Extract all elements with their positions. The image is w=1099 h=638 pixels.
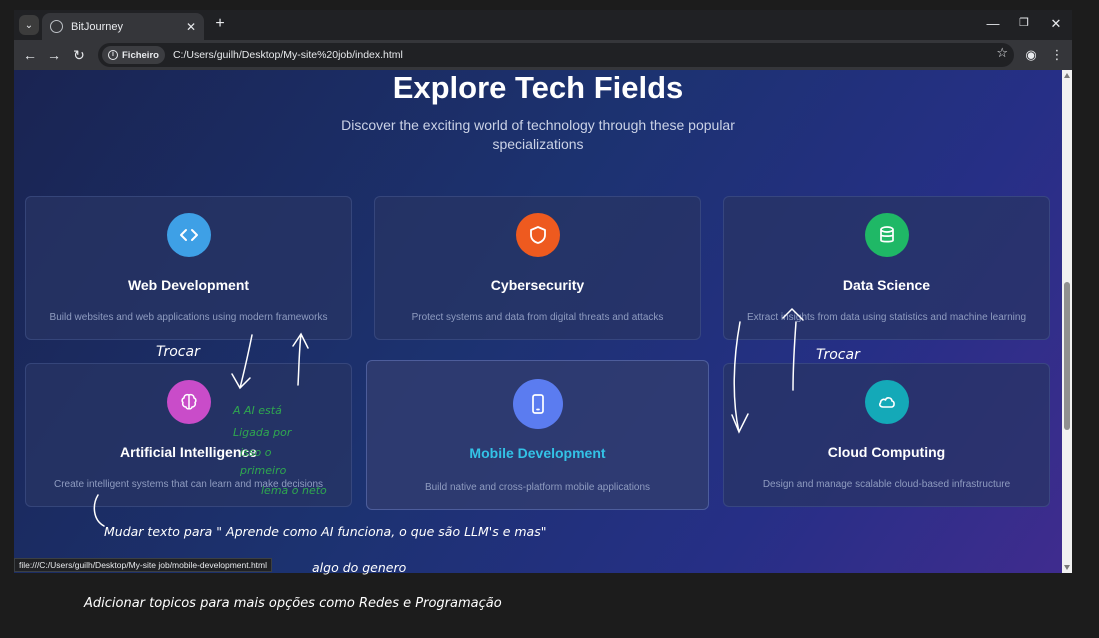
scroll-down-arrow-icon[interactable] <box>1064 565 1070 570</box>
scroll-thumb[interactable] <box>1064 282 1070 430</box>
card-description: Extract insights from data using statist… <box>746 312 1027 323</box>
cloud-icon <box>864 380 909 424</box>
bookmark-star-icon[interactable]: ☆ <box>996 45 1008 61</box>
site-info-chip[interactable]: i Ficheiro <box>102 46 165 64</box>
restore-icon[interactable]: ❐ <box>1014 16 1034 29</box>
info-icon: i <box>108 50 118 60</box>
code-icon <box>166 213 211 257</box>
globe-icon <box>50 20 63 33</box>
back-arrow-icon[interactable]: ← <box>20 45 40 65</box>
browser-tab[interactable]: BitJourney ✕ <box>42 13 204 40</box>
chip-label: Ficheiro <box>122 49 159 61</box>
browser-toolbar: ← → ↻ i Ficheiro C:/Users/guilh/Desktop/… <box>14 40 1072 70</box>
link-status-bar: file:///C:/Users/guilh/Desktop/My-site j… <box>14 558 273 572</box>
scroll-up-arrow-icon[interactable] <box>1064 73 1070 78</box>
card-cloud-computing[interactable]: Cloud Computing Design and manage scalab… <box>723 363 1050 507</box>
card-cybersecurity[interactable]: Cybersecurity Protect systems and data f… <box>374 196 701 340</box>
close-icon[interactable]: ✕ <box>186 20 196 34</box>
new-tab-button[interactable]: + <box>210 15 230 33</box>
page-subtitle: Discover the exciting world of technolog… <box>341 117 735 152</box>
card-data-science[interactable]: Data Science Extract insights from data … <box>723 196 1050 340</box>
tab-title: BitJourney <box>71 20 123 33</box>
smartphone-icon <box>512 379 563 429</box>
card-title: Cloud Computing <box>827 444 946 460</box>
page-viewport: Explore Tech Fields Discover the excitin… <box>14 70 1062 573</box>
window-close-icon[interactable]: ✕ <box>1046 16 1066 32</box>
card-title: Mobile Development <box>469 445 606 461</box>
card-title: Data Science <box>842 277 931 293</box>
card-description: Create intelligent systems that can lear… <box>53 479 324 490</box>
card-title: Cybersecurity <box>490 277 585 293</box>
browser-titlebar: ⌄ BitJourney ✕ + — ❐ ✕ <box>14 10 1072 40</box>
card-description: Design and manage scalable cloud-based i… <box>762 479 1011 490</box>
card-web-development[interactable]: Web Development Build websites and web a… <box>25 196 352 340</box>
minimize-icon[interactable]: — <box>983 16 1003 31</box>
brain-icon <box>166 380 211 424</box>
vertical-scrollbar[interactable] <box>1062 70 1072 573</box>
note-adicionar: Adicionar topicos para mais opções como … <box>83 596 502 611</box>
card-description: Build native and cross-platform mobile a… <box>424 482 651 493</box>
page-title: Explore Tech Fields <box>392 70 684 105</box>
card-mobile-development[interactable]: Mobile Development Build native and cros… <box>366 360 709 510</box>
database-icon <box>864 213 909 257</box>
forward-arrow-icon[interactable]: → <box>44 45 64 65</box>
card-description: Build websites and web applications usin… <box>49 312 328 323</box>
card-artificial-intelligence[interactable]: Artificial Intelligence Create intellige… <box>25 363 352 507</box>
address-bar[interactable]: i Ficheiro C:/Users/guilh/Desktop/My-sit… <box>98 43 1014 67</box>
profile-icon[interactable]: ◉ <box>1022 46 1040 64</box>
menu-kebab-icon[interactable]: ⋮ <box>1048 46 1066 64</box>
reload-icon[interactable]: ↻ <box>69 45 89 65</box>
card-title: Web Development <box>127 277 250 293</box>
card-description: Protect systems and data from digital th… <box>411 312 664 323</box>
card-title: Artificial Intelligence <box>120 444 257 460</box>
tab-search-button[interactable]: ⌄ <box>19 15 39 35</box>
url-text[interactable]: C:/Users/guilh/Desktop/My-site%20job/ind… <box>173 49 403 61</box>
shield-icon <box>515 213 560 257</box>
